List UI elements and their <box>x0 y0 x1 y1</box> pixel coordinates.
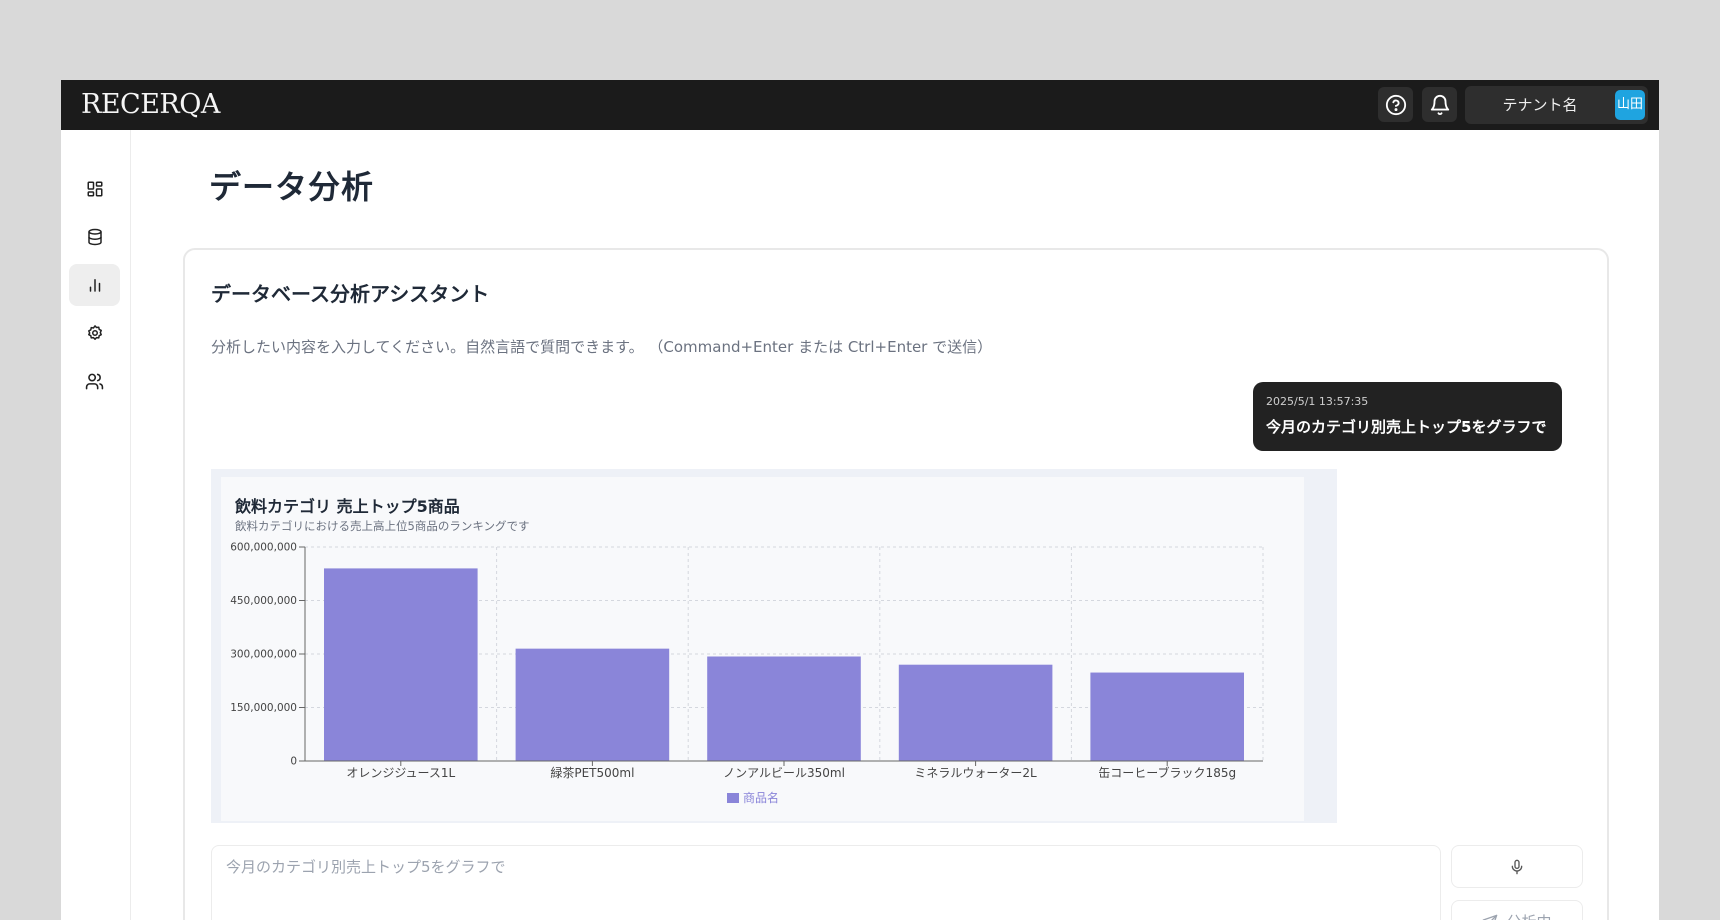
help-button[interactable] <box>1378 87 1413 122</box>
y-tick-label: 0 <box>290 756 297 768</box>
sidebar-item-analytics[interactable] <box>69 264 120 306</box>
legend-label: 商品名 <box>743 790 779 805</box>
x-tick-label: 緑茶PET500ml <box>550 765 634 780</box>
y-tick-label: 150,000,000 <box>230 702 297 714</box>
chart-bar <box>515 648 670 761</box>
user-avatar[interactable]: 山田 <box>1615 90 1645 120</box>
sidebar <box>61 130 131 920</box>
x-tick-label: ミネラルウォーター2L <box>914 766 1037 780</box>
bar-chart-icon <box>89 279 100 292</box>
chart-title: 飲料カテゴリ 売上トップ5商品 <box>234 497 460 516</box>
assistant-card: データベース分析アシスタント 分析したい内容を入力してください。自然言語で質問で… <box>183 248 1609 920</box>
assistant-title: データベース分析アシスタント <box>211 282 490 306</box>
assistant-description: 分析したい内容を入力してください。自然言語で質問できます。 （Command+E… <box>211 338 993 356</box>
microphone-icon <box>1511 859 1523 874</box>
chart-bar <box>707 656 861 761</box>
sidebar-item-dashboard[interactable] <box>69 168 120 210</box>
x-tick-label: ノンアルビール350ml <box>723 766 845 780</box>
send-icon <box>1483 914 1498 920</box>
app-logo[interactable]: RECERQA <box>81 89 220 120</box>
users-icon <box>85 373 104 389</box>
send-button[interactable]: 分析中 <box>1451 900 1583 920</box>
message-timestamp: 2025/5/1 13:57:35 <box>1266 395 1369 408</box>
chart-bar <box>324 568 478 761</box>
chart-bar <box>898 664 1053 761</box>
legend-swatch <box>727 793 739 803</box>
top-bar: RECERQA テナント名 山田 <box>61 80 1659 130</box>
message-text: 今月のカテゴリ別売上トップ5をグラフで <box>1266 418 1547 436</box>
chart-subtitle: 飲料カテゴリにおける売上高上位5商品のランキングです <box>235 519 529 533</box>
send-button-label: 分析中 <box>1506 911 1551 920</box>
app-window: RECERQA テナント名 山田 データ分析 データベース分析アシスタント 分析… <box>61 80 1659 920</box>
x-tick-label: オレンジジュース1L <box>346 766 455 780</box>
notification-button[interactable] <box>1422 87 1457 122</box>
page-title: データ分析 <box>209 168 375 206</box>
help-circle-icon <box>1385 94 1406 115</box>
tenant-switcher[interactable]: テナント名 山田 <box>1465 86 1648 124</box>
voice-input-button[interactable] <box>1451 845 1583 888</box>
sidebar-item-users[interactable] <box>69 360 120 402</box>
query-input[interactable] <box>212 846 1440 920</box>
gear-icon <box>87 325 102 340</box>
dashboard-icon <box>87 181 102 197</box>
chart-bar <box>1090 672 1244 761</box>
chart-container: 飲料カテゴリ 売上トップ5商品飲料カテゴリにおける売上高上位5商品のランキングで… <box>221 477 1304 821</box>
y-tick-label: 450,000,000 <box>230 595 297 607</box>
bell-icon <box>1430 94 1449 115</box>
sidebar-item-database[interactable] <box>69 216 120 258</box>
query-input-box[interactable] <box>211 845 1441 920</box>
tenant-name: テナント名 <box>1502 96 1578 114</box>
y-tick-label: 600,000,000 <box>230 542 297 554</box>
x-tick-label: 缶コーヒーブラック185g <box>1098 765 1236 780</box>
chart-panel: 飲料カテゴリ 売上トップ5商品飲料カテゴリにおける売上高上位5商品のランキングで… <box>211 469 1337 823</box>
bar-chart: 飲料カテゴリ 売上トップ5商品飲料カテゴリにおける売上高上位5商品のランキングで… <box>230 497 1264 805</box>
user-message-bubble: 2025/5/1 13:57:35 今月のカテゴリ別売上トップ5をグラフで <box>1253 382 1562 451</box>
sidebar-item-settings[interactable] <box>69 312 120 354</box>
y-tick-label: 300,000,000 <box>230 649 297 661</box>
database-icon <box>87 228 102 246</box>
